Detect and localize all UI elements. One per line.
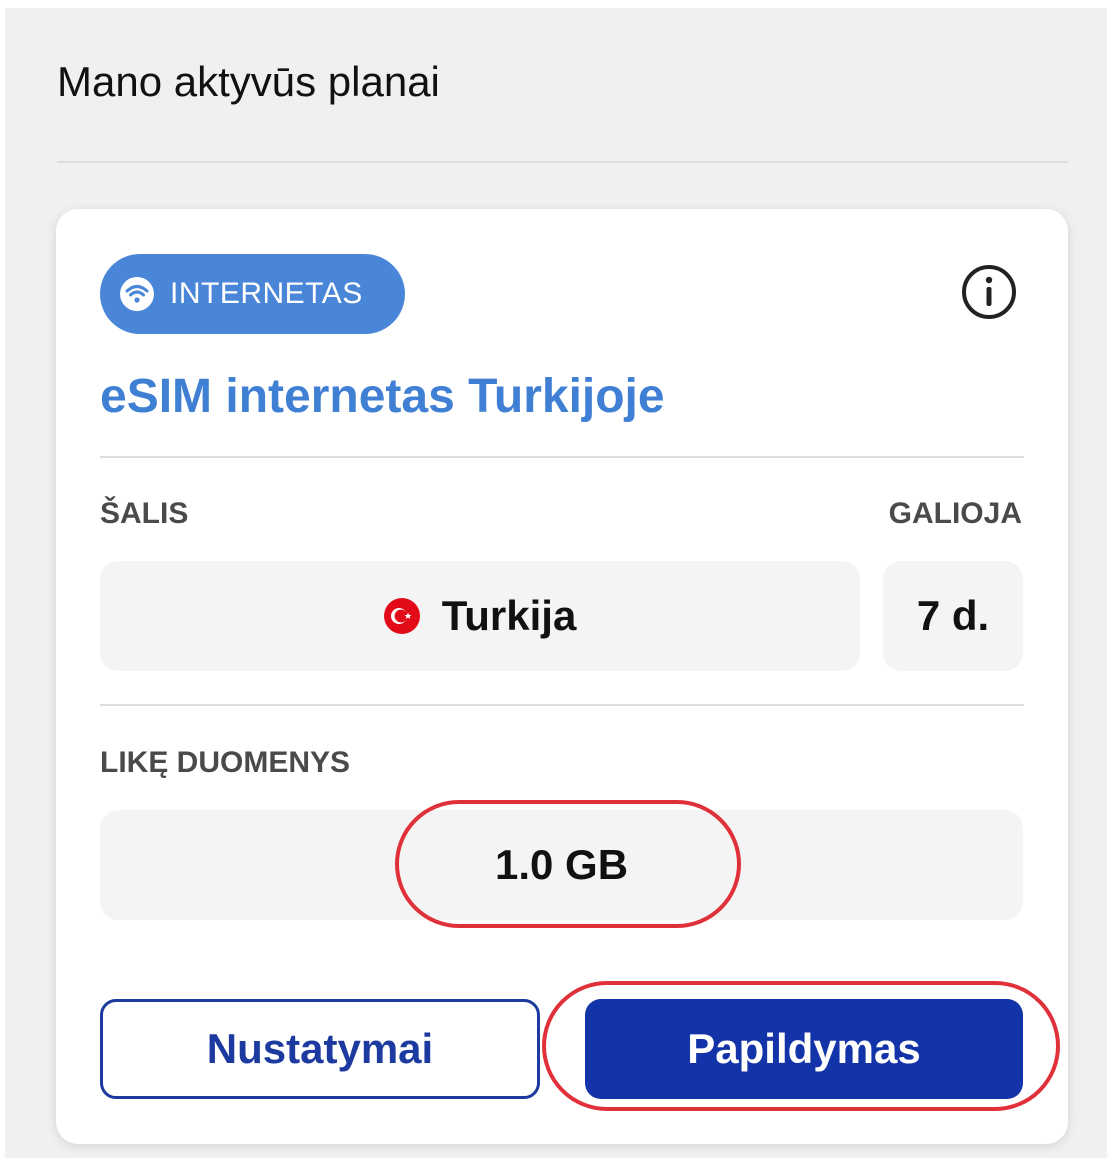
settings-button[interactable]: Nustatymai xyxy=(100,999,540,1099)
country-label: ŠALIS xyxy=(100,497,189,530)
info-icon[interactable] xyxy=(961,264,1017,320)
validity-field: 7 d. xyxy=(883,561,1023,671)
top-up-button[interactable]: Papildymas xyxy=(585,999,1023,1099)
wifi-icon xyxy=(120,277,154,311)
divider xyxy=(100,704,1024,706)
page-background: Mano aktyvūs planai INTERNETAS eSIM inte… xyxy=(5,8,1107,1158)
remaining-data-field: 1.0 GB xyxy=(100,810,1023,920)
validity-value: 7 d. xyxy=(916,592,990,639)
plan-type-label: INTERNETAS xyxy=(170,277,363,310)
remaining-data-value: 1.0 GB xyxy=(494,841,629,888)
remaining-data-label: LIKĘ DUOMENYS xyxy=(100,746,351,779)
title-divider xyxy=(57,161,1068,163)
plan-card: INTERNETAS eSIM internetas Turkijoje ŠAL… xyxy=(56,209,1068,1144)
validity-label: GALIOJA xyxy=(888,497,1022,530)
turkey-flag-icon xyxy=(383,598,420,634)
country-name: Turkija xyxy=(441,592,577,639)
page-title: Mano aktyvūs planai xyxy=(57,58,440,105)
divider xyxy=(100,456,1024,458)
country-field: Turkija xyxy=(100,561,860,671)
plan-type-badge: INTERNETAS xyxy=(100,254,405,334)
plan-title: eSIM internetas Turkijoje xyxy=(100,370,665,423)
